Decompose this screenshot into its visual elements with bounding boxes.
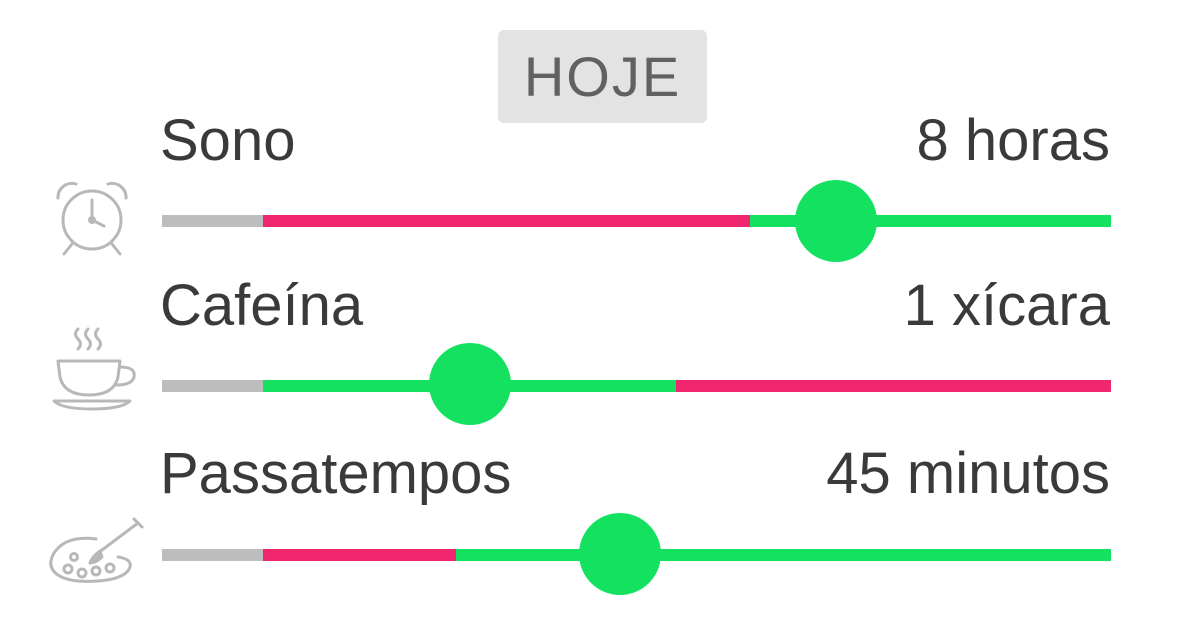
- tracker-panel: HOJE Sono 8 horas Cafeína 1 xícara Passa…: [0, 0, 1200, 630]
- tracker-label: Cafeína: [160, 273, 364, 338]
- tracker-value: 45 minutos: [826, 441, 1110, 506]
- slider-zone-neutral: [162, 380, 263, 392]
- tracker-row-sleep: Sono 8 horas: [0, 110, 1200, 275]
- tracker-row-caffeine: Cafeína 1 xícara: [0, 275, 1200, 440]
- slider-zone-bad: [676, 380, 1111, 392]
- hobbies-slider-thumb[interactable]: [579, 513, 662, 595]
- alarm-clock-icon: [44, 174, 144, 264]
- tracker-value: 8 horas: [916, 108, 1110, 173]
- slider-zone-neutral: [162, 215, 263, 227]
- slider-zone-bad: [262, 215, 751, 227]
- tracker-row-hobbies: Passatempos 45 minutos: [0, 443, 1200, 608]
- sleep-slider-track[interactable]: [162, 215, 1111, 227]
- slider-zone-bad: [262, 549, 457, 561]
- tracker-label: Passatempos: [160, 441, 512, 506]
- caffeine-slider-thumb[interactable]: [429, 343, 512, 425]
- coffee-cup-icon: [44, 325, 144, 415]
- tracker-label: Sono: [160, 108, 296, 173]
- tracker-value: 1 xícara: [903, 273, 1110, 338]
- paint-palette-icon: [44, 513, 144, 603]
- slider-zone-neutral: [162, 549, 263, 561]
- slider-zone-good: [456, 549, 1111, 561]
- caffeine-slider-track[interactable]: [162, 380, 1111, 392]
- sleep-slider-thumb[interactable]: [794, 180, 877, 262]
